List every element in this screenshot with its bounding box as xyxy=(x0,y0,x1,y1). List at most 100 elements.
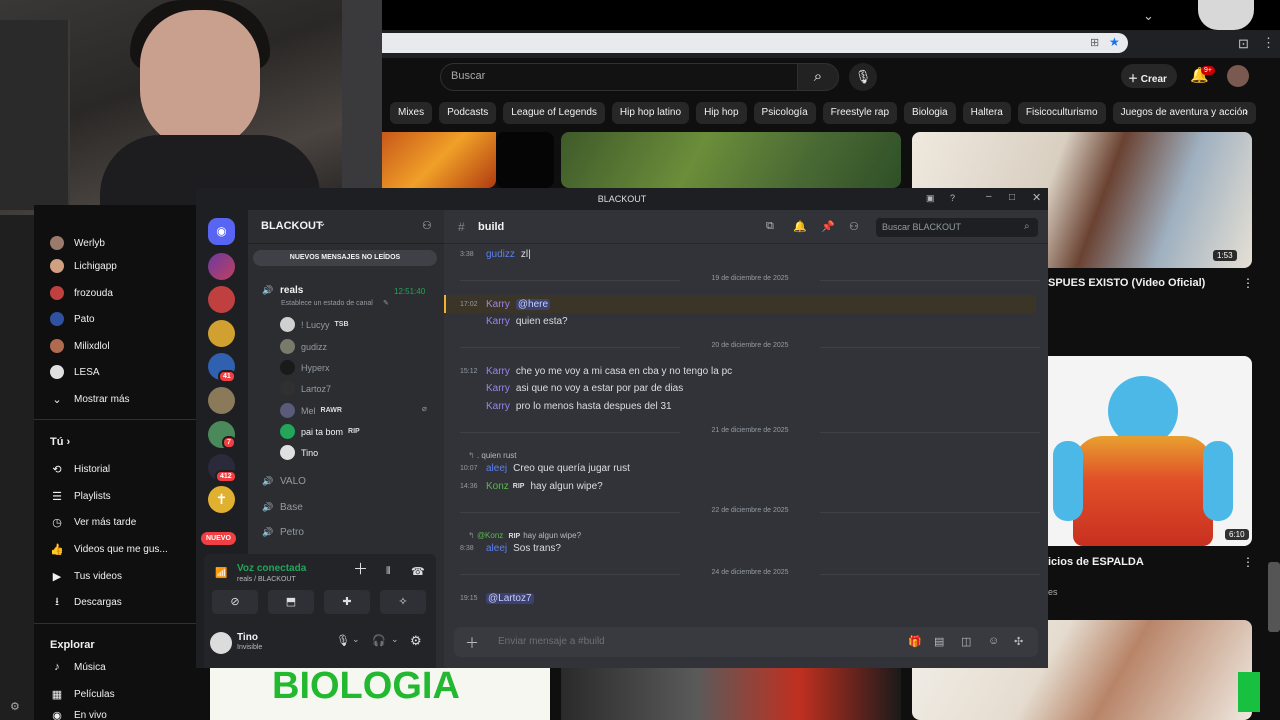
voice-channel-valo[interactable]: 🔊 VALO xyxy=(262,476,306,487)
unread-messages-banner[interactable]: NUEVOS MENSAJES NO LEÍDOS xyxy=(253,250,437,266)
page-scrollbar[interactable] xyxy=(1268,562,1280,632)
video-more-icon[interactable]: ⋮ xyxy=(1242,276,1254,290)
video-thumbnail-lol[interactable] xyxy=(561,132,901,188)
channel-status-prompt[interactable]: Establece un estado de canal xyxy=(281,300,373,307)
chip-juegos-aventura[interactable]: Juegos de aventura y acción xyxy=(1112,102,1256,124)
noise-suppression-icon[interactable]: ⦀ xyxy=(386,566,390,577)
chip-hip-hop-latino[interactable]: Hip hop latino xyxy=(611,102,690,124)
chevron-down-icon[interactable]: ⌄ xyxy=(352,634,360,645)
voice-user[interactable]: pai ta bom RIP xyxy=(280,424,360,439)
subscription-frozouda[interactable]: frozouda xyxy=(50,282,113,304)
message-author[interactable]: Karry xyxy=(486,383,510,394)
sidebar-item-watch-later[interactable]: ◷ Ver más tarde xyxy=(50,511,136,533)
account-avatar[interactable] xyxy=(1227,65,1249,87)
user-settings-gear-icon[interactable]: ⚙ xyxy=(410,633,422,649)
video-thumbnail-biologia[interactable]: BIOLOGIA xyxy=(210,668,550,720)
voice-status[interactable]: Voz conectada xyxy=(237,563,306,574)
server-cross-icon[interactable]: ✝ xyxy=(208,486,235,513)
video-title-2[interactable]: icios de ESPALDA xyxy=(1048,556,1144,568)
subscription-lichigapp[interactable]: Lichigapp xyxy=(50,255,117,277)
message-mention[interactable]: @here xyxy=(515,299,551,310)
message-author[interactable]: Karry xyxy=(486,401,510,412)
chip-freestyle-rap[interactable]: Freestyle rap xyxy=(822,102,898,124)
help-icon[interactable]: ? xyxy=(950,193,955,203)
chip-hip-hop[interactable]: Hip hop xyxy=(696,102,747,124)
tab-list-chevron-icon[interactable]: ⌄ xyxy=(1143,8,1154,24)
screen-share-icon[interactable]: ⬒ xyxy=(268,590,314,614)
server-icon[interactable] xyxy=(208,320,235,347)
sticker-icon[interactable]: ◫ xyxy=(961,635,971,648)
message-author[interactable]: gudizz xyxy=(486,249,515,260)
chip-psicologia[interactable]: Psicología xyxy=(753,102,816,124)
voice-channel-base[interactable]: 🔊 Base xyxy=(262,502,302,513)
message-author[interactable]: Karry xyxy=(486,299,510,310)
emoji-icon[interactable]: ☺ xyxy=(988,635,999,647)
user-avatar[interactable] xyxy=(210,632,232,654)
video-thumbnail-back[interactable] xyxy=(1048,356,1252,546)
plus-icon[interactable]: ＋ xyxy=(353,558,368,579)
soundboard-icon[interactable]: ✧ xyxy=(380,590,426,614)
chevron-down-icon[interactable]: ⌄ xyxy=(391,634,399,645)
reply-preview[interactable]: ↰ @Konz RIP hay algun wipe? xyxy=(468,531,581,540)
attach-plus-icon[interactable]: ＋ xyxy=(465,633,479,653)
reply-preview[interactable]: ↰ . quien rust xyxy=(468,451,517,460)
subscription-milixdlol[interactable]: Milixdlol xyxy=(50,335,110,357)
gif-icon[interactable]: ▤ xyxy=(934,635,944,648)
chip-podcasts[interactable]: Podcasts xyxy=(439,102,497,124)
voice-channel-reals[interactable]: 🔊 reals xyxy=(262,285,303,296)
extension-icon[interactable]: ⊡ xyxy=(1238,36,1249,52)
sidebar-item-historial[interactable]: ⟲ Historial xyxy=(50,458,110,480)
sidebar-item-your-videos[interactable]: ▶ Tus videos xyxy=(50,565,122,587)
sidebar-item-en-vivo[interactable]: ◉ En vivo xyxy=(50,710,107,720)
threads-icon[interactable]: ⧉ xyxy=(766,220,774,233)
microphone-icon[interactable]: 🎙 xyxy=(849,63,877,91)
video-thumbnail-car[interactable] xyxy=(561,668,901,720)
voice-user[interactable]: ! Lucyy TSB xyxy=(280,317,349,332)
message-author[interactable]: Konz xyxy=(486,481,509,492)
close-icon[interactable]: ✕ xyxy=(1032,191,1041,204)
bookmark-star-icon[interactable]: ★ xyxy=(1109,35,1120,49)
show-more-button[interactable]: ⌄ Mostrar más xyxy=(50,388,129,410)
sidebar-item-peliculas[interactable]: ▦ Películas xyxy=(50,683,115,705)
chip-fisicoculturismo[interactable]: Fisicoculturismo xyxy=(1017,102,1106,124)
browser-menu-icon[interactable]: ⋮ xyxy=(1262,35,1275,51)
gift-icon[interactable]: 🎁 xyxy=(908,635,922,648)
subscription-lesa[interactable]: LESA xyxy=(50,361,100,383)
chip-mixes[interactable]: Mixes xyxy=(390,102,433,124)
sidebar-item-liked[interactable]: 👍 Videos que me gus... xyxy=(50,538,168,560)
activities-icon[interactable]: ✚ xyxy=(324,590,370,614)
chip-league-of-legends[interactable]: League of Legends xyxy=(503,102,605,124)
settings-gear-icon[interactable]: ⚙ xyxy=(10,700,20,713)
search-icon[interactable]: ⌕ xyxy=(797,63,839,91)
chip-haltera[interactable]: Haltera xyxy=(962,102,1011,124)
server-header[interactable]: BLACKOUT ⌄ ⚇ xyxy=(248,210,444,244)
edit-pencil-icon[interactable]: ✎ xyxy=(383,299,389,307)
inbox-icon[interactable]: ▣ xyxy=(926,193,935,204)
video-more-icon-2[interactable]: ⋮ xyxy=(1242,555,1254,569)
voice-user[interactable]: Tino xyxy=(280,445,318,460)
address-bar[interactable] xyxy=(382,33,1128,53)
install-app-icon[interactable]: ⊞ xyxy=(1090,36,1099,49)
notification-bell-icon[interactable]: 🔔 xyxy=(793,220,807,233)
server-icon[interactable] xyxy=(208,286,235,313)
sidebar-item-downloads[interactable]: ⭳ Descargas xyxy=(50,591,122,613)
voice-user[interactable]: Lartoz7 xyxy=(280,381,331,396)
create-button[interactable]: ＋ Crear xyxy=(1121,64,1177,88)
you-section-header[interactable]: Tú › xyxy=(50,436,70,448)
pin-icon[interactable]: 📌 xyxy=(821,220,835,233)
server-icon[interactable] xyxy=(208,253,235,280)
discord-home-icon[interactable]: ◉ xyxy=(208,218,235,245)
youtube-search-input[interactable]: Buscar xyxy=(440,63,798,91)
subscription-werlyb[interactable]: Werlyb xyxy=(50,232,105,254)
message-author[interactable]: Karry xyxy=(486,366,510,377)
add-member-icon[interactable]: ⚇ xyxy=(422,219,432,232)
sidebar-item-playlists[interactable]: ☰ Playlists xyxy=(50,485,111,507)
sidebar-item-musica[interactable]: ♪ Música xyxy=(50,656,105,678)
message-mention[interactable]: @Lartoz7 xyxy=(486,593,534,604)
voice-user[interactable]: Hyperx xyxy=(280,360,330,375)
chips-next-chevron-icon[interactable]: › xyxy=(1244,104,1248,118)
apps-icon[interactable]: ✣ xyxy=(1014,635,1023,648)
maximize-icon[interactable]: □ xyxy=(1009,192,1015,203)
camera-off-icon[interactable]: ⊘ xyxy=(212,590,258,614)
voice-user[interactable]: gudizz xyxy=(280,339,327,354)
